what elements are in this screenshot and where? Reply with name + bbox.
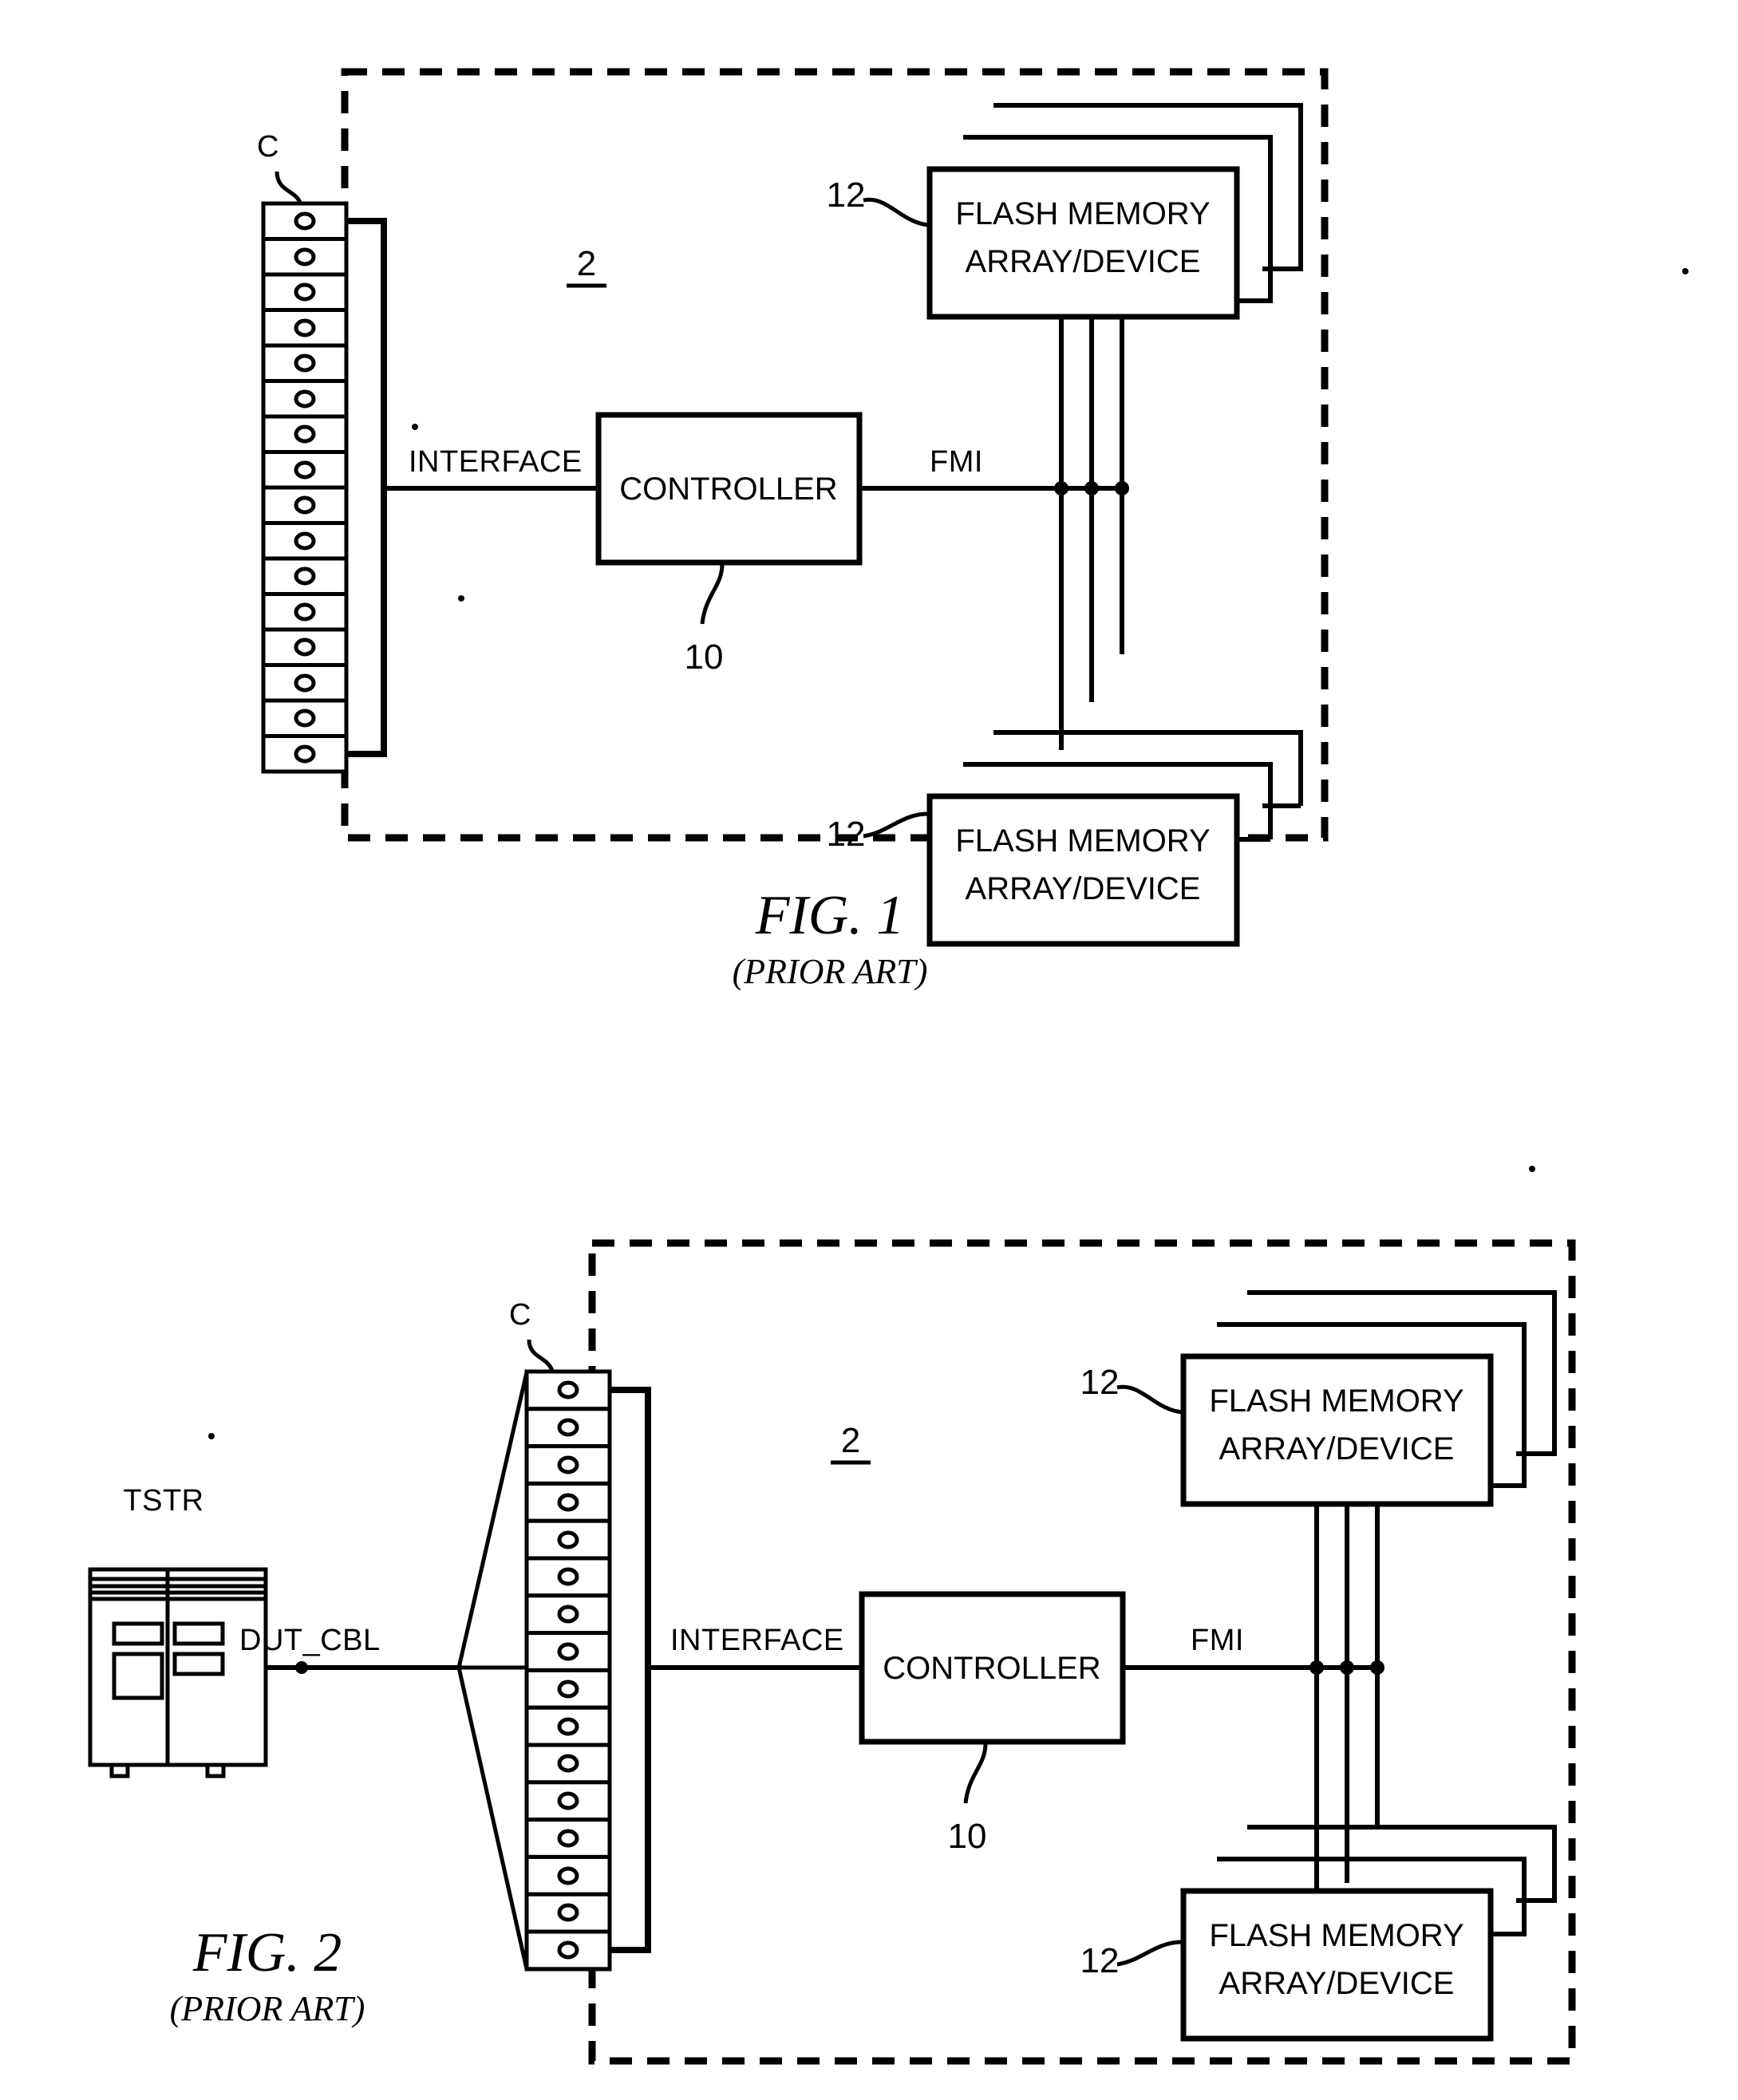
fig2-flash-bottom-ref-leader [1116, 1940, 1183, 1967]
fig2-dut-cable-dot [295, 1661, 308, 1674]
fig2-junction-dot-2 [1340, 1660, 1354, 1675]
fig2-boundary-ref-label: 2 [841, 1421, 860, 1460]
fig1-junction-dot-3 [1115, 481, 1129, 495]
fig2-flash-top-line1: FLASH MEMORY [1209, 1384, 1463, 1419]
fig2-flash-bottom-ref-label: 12 [1080, 1941, 1120, 1980]
fig1-connector-label: C [257, 130, 279, 164]
fig1-title: FIG. 1 [755, 885, 905, 946]
fig1-flash-top-line1: FLASH MEMORY [955, 196, 1210, 231]
scan-speck [1529, 1166, 1535, 1172]
scan-speck [458, 595, 464, 602]
fig1-junction-dot-2 [1084, 481, 1099, 495]
fig2-flash-top-ref-leader [1116, 1384, 1183, 1415]
scan-speck [1682, 268, 1689, 274]
fig1-flash-bottom-ref-label: 12 [827, 815, 866, 854]
fig2-subtitle: (PRIOR ART) [170, 1989, 365, 2028]
fig2-tester-label: TSTR [123, 1484, 203, 1518]
fig1-connector-busbar [346, 218, 387, 757]
fig2-tester-panel [112, 1652, 164, 1700]
fig2-flash-top-line2: ARRAY/DEVICE [1219, 1431, 1455, 1466]
fig1-controller-ref-label: 10 [685, 638, 724, 677]
fig1-flash-top-ref-leader [863, 197, 929, 227]
figure-1-group: 2 C INTERFACE CONTROLLER 10 FMI FLASH ME… [257, 68, 1689, 991]
fig2-tester-panel [172, 1652, 225, 1676]
fig1-flash-top-box [926, 166, 1240, 320]
scan-speck [412, 424, 418, 430]
fig2-dut-cable-label: DUT_CBL [239, 1624, 381, 1657]
fig2-title: FIG. 2 [192, 1922, 342, 1984]
fig2-tester-panel [112, 1621, 164, 1646]
fig2-junction-dot-1 [1309, 1660, 1324, 1675]
fig2-tester-panel [172, 1621, 225, 1646]
scan-speck [208, 1433, 215, 1439]
fig2-flash-bottom-line2: ARRAY/DEVICE [1219, 1966, 1455, 2001]
fig1-flash-top-ref-label: 12 [827, 176, 866, 215]
fig1-boundary-ref-label: 2 [577, 244, 596, 283]
fig2-flash-bottom-box [1180, 1888, 1494, 2042]
fig2-controller-ref-leader [963, 1743, 988, 1804]
figure-2-group: 2 TSTR DUT_CBL C INTERFACE CONTROLLER 10… [88, 1166, 1576, 2065]
fig1-flash-top-line2: ARRAY/DEVICE [966, 244, 1201, 279]
fig2-connector-leader [527, 1339, 555, 1372]
fig1-connector-pins [261, 201, 349, 774]
fig2-fanout-upper [456, 1372, 529, 1668]
fig2-controller-ref-label: 10 [948, 1817, 987, 1856]
patent-figure-page: 2 C INTERFACE CONTROLLER 10 FMI FLASH ME… [0, 0, 1738, 2100]
fig2-flash-bottom-line1: FLASH MEMORY [1209, 1918, 1463, 1953]
fig1-interface-label: INTERFACE [409, 445, 583, 479]
figure-canvas: 2 C INTERFACE CONTROLLER 10 FMI FLASH ME… [88, 68, 1689, 2065]
fig1-flash-bottom-ref-leader [863, 811, 929, 839]
fig1-junction-dot-1 [1054, 481, 1068, 495]
fig2-fanout-lower [456, 1667, 529, 1970]
fig2-connector-pins [524, 1369, 612, 1972]
fig2-flash-top-ref-label: 12 [1080, 1363, 1120, 1402]
fig1-connector-leader [275, 171, 302, 204]
fig2-connector-label: C [509, 1298, 531, 1332]
fig1-subtitle: (PRIOR ART) [733, 952, 928, 991]
fig1-controller-label: CONTROLLER [619, 472, 837, 507]
fig2-flash-top-box [1180, 1353, 1494, 1507]
fig1-controller-ref-leader [700, 563, 725, 625]
fig2-tester-cabinet [88, 1567, 268, 1778]
fig1-flash-bottom-line1: FLASH MEMORY [955, 823, 1210, 859]
fig1-flash-bottom-line2: ARRAY/DEVICE [966, 871, 1201, 906]
fig2-connector-busbar [610, 1387, 651, 1953]
fig2-interface-label: INTERFACE [670, 1624, 844, 1657]
fig2-controller-label: CONTROLLER [883, 1651, 1100, 1686]
fig2-fmi-label: FMI [1191, 1624, 1244, 1657]
fig2-junction-dot-3 [1370, 1660, 1384, 1675]
fig1-flash-bottom-box [926, 793, 1240, 947]
fig1-fmi-label: FMI [930, 445, 983, 479]
